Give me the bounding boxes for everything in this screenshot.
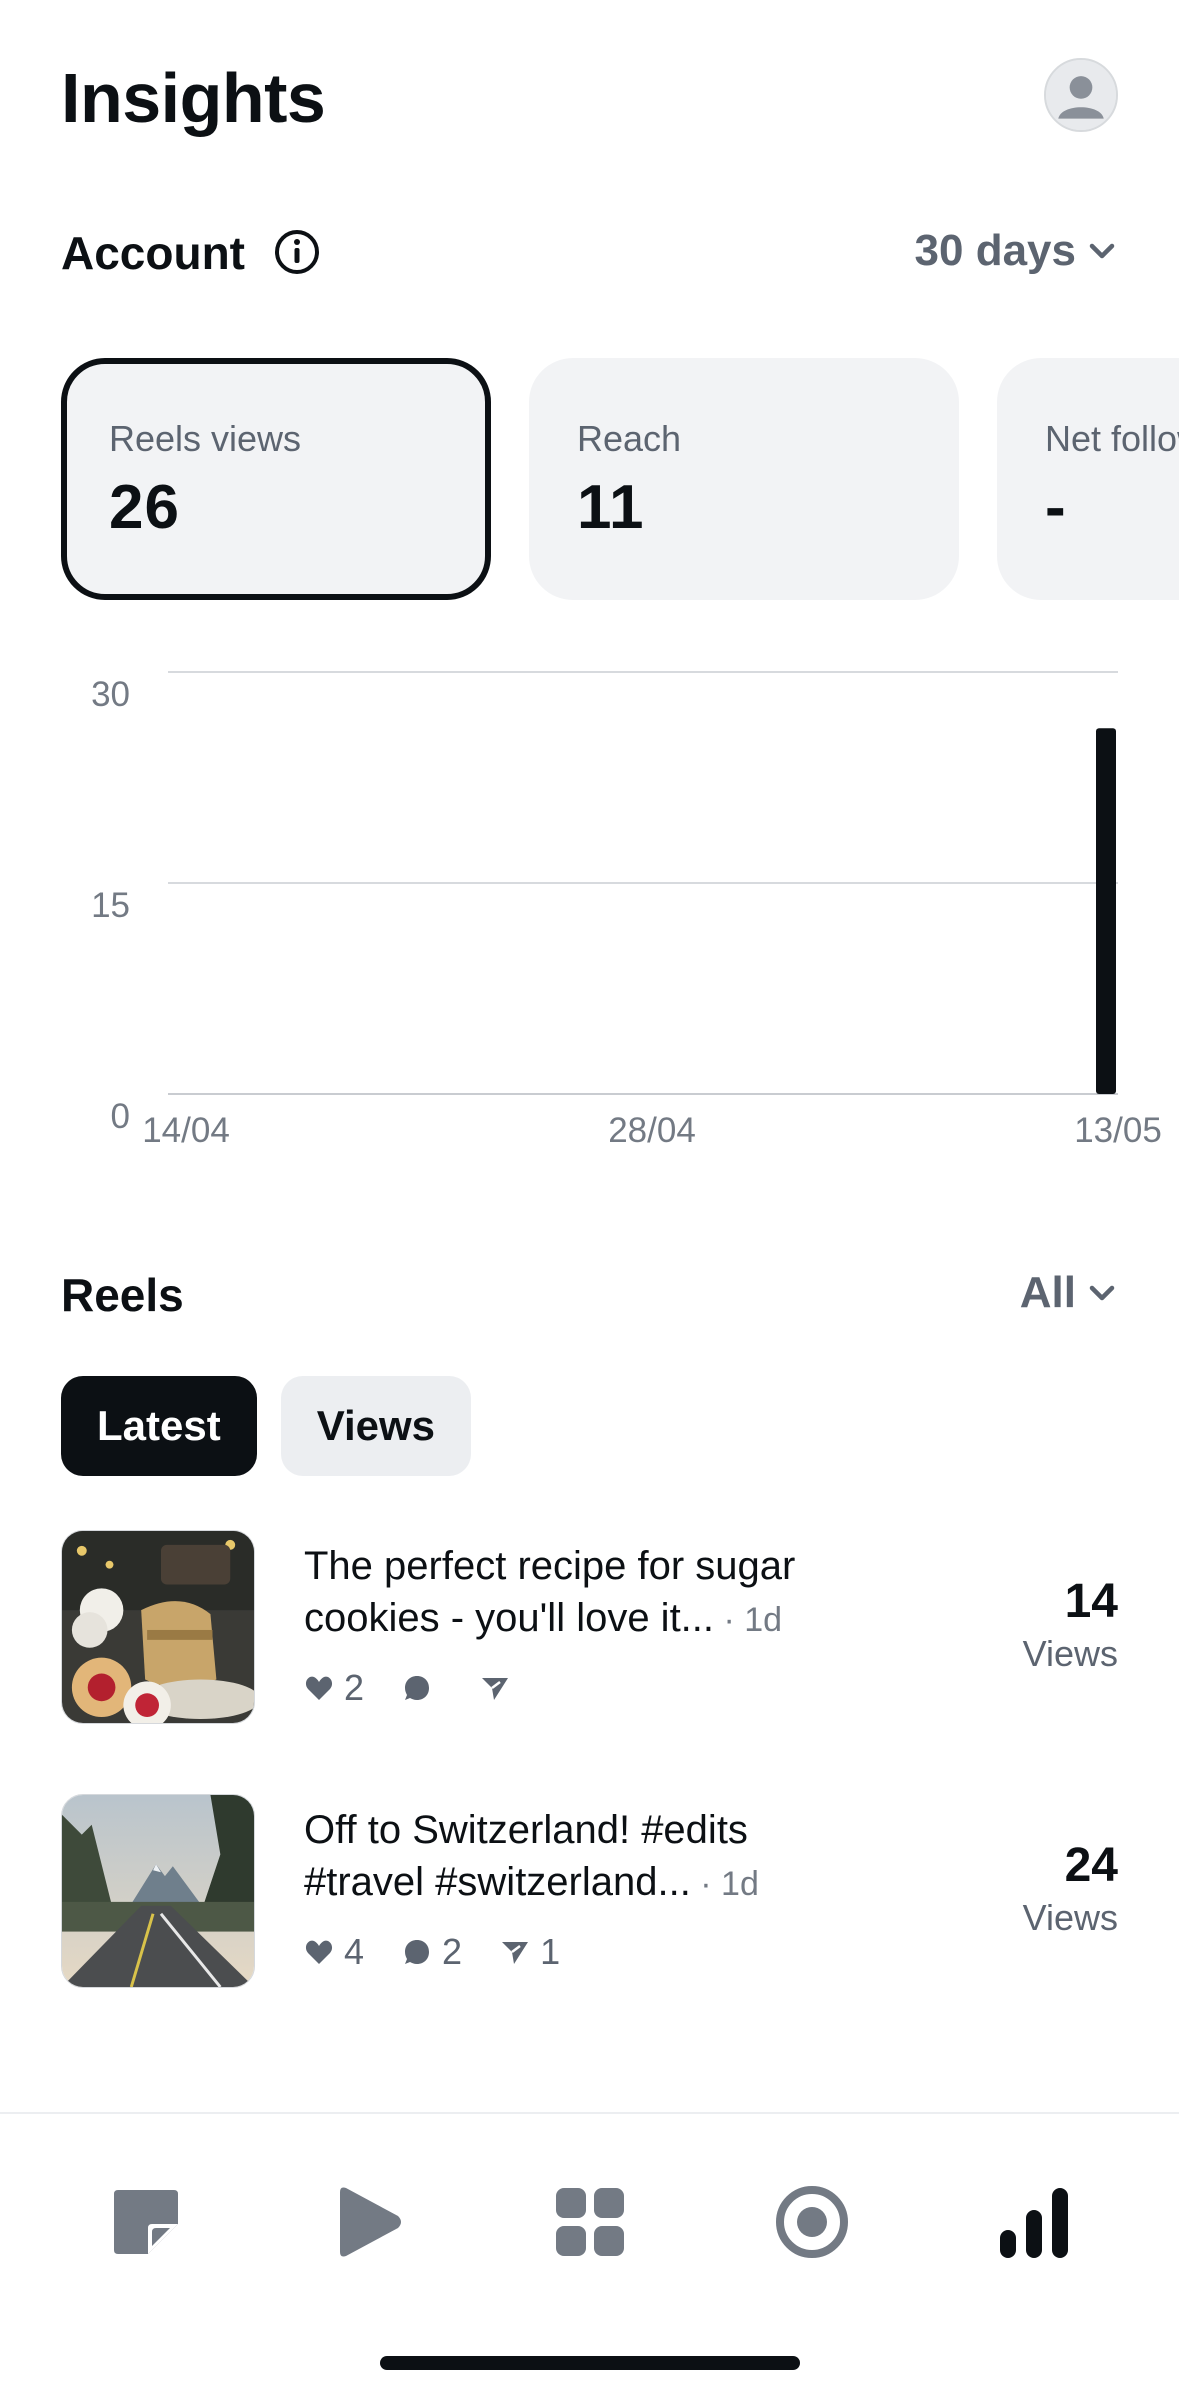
reel-views-label: Views (1022, 1897, 1118, 1938)
y-tick-label: 0 (111, 1097, 130, 1136)
likes-count: 2 (344, 1667, 365, 1708)
reels-icon (340, 2187, 401, 2257)
reels-title: Reels (61, 1269, 184, 1321)
reel-info: Off to Switzerland! #edits #travel #swit… (304, 1804, 904, 1972)
likes-count: 4 (344, 1931, 365, 1972)
profile-avatar-icon (1046, 60, 1116, 130)
shares-count: 1 (540, 1931, 561, 1972)
y-tick-label: 30 (91, 675, 130, 714)
comments-count: 2 (442, 1931, 463, 1972)
reel-stats: 4 2 1 (304, 1931, 904, 1972)
account-section-header: Account 30 days (61, 222, 1118, 282)
reels-views-chart: 30 15 0 14/04 28/04 13/05 (0, 640, 1179, 1160)
chart-svg: 30 15 0 14/04 28/04 13/05 (91, 671, 1162, 1150)
reel-title: The perfect recipe for sugar cookies - y… (304, 1540, 904, 1646)
metric-label: Reach (577, 418, 682, 459)
send-icon (482, 1678, 509, 1700)
date-range-label: 30 days (914, 226, 1076, 275)
tab-posts[interactable] (104, 2180, 188, 2264)
comments-stat: 2 (402, 1931, 463, 1972)
shares-stat (480, 1668, 520, 1708)
reel-title-line1: Off to Switzerland! #edits (304, 1808, 748, 1852)
metric-value: - (1045, 473, 1067, 542)
heart-icon (305, 1676, 333, 1700)
mountain-road-thumbnail-image (62, 1795, 254, 1987)
reel-info: The perfect recipe for sugar cookies - y… (304, 1540, 904, 1708)
header: Insights (61, 58, 1118, 138)
metric-label: Net follows (1045, 418, 1179, 459)
page-title: Insights (61, 59, 326, 137)
chevron-down-icon (1089, 243, 1115, 259)
metric-card-reach[interactable]: Reach 11 (529, 358, 959, 600)
metric-label: Reels views (109, 418, 302, 459)
metric-card-net-follows[interactable]: Net follows - (997, 358, 1179, 600)
reel-views-label: Views (1022, 1633, 1118, 1674)
bottom-tab-bar (0, 2112, 1179, 2396)
tab-record[interactable] (770, 2180, 854, 2264)
heart-icon (305, 1940, 333, 1964)
chart-bar (1096, 728, 1116, 1094)
reel-views-value: 24 (1064, 1839, 1118, 1892)
comments-stat (402, 1668, 442, 1708)
cookies-thumbnail-image (62, 1531, 254, 1723)
reel-stats: 2 (304, 1667, 904, 1708)
reel-title-line1: The perfect recipe for sugar (304, 1544, 796, 1588)
reels-section-header: Reels All (61, 1264, 1118, 1326)
likes-stat: 4 (304, 1931, 365, 1972)
reel-title-line2: cookies - you'll love it... (304, 1596, 715, 1640)
reel-age: · 1d (714, 1601, 783, 1639)
tab-latest[interactable]: Latest (61, 1376, 257, 1476)
metric-cards: Reels views 26 Reach 11 Net follows - (61, 358, 1179, 602)
home-indicator[interactable] (380, 2356, 800, 2370)
reel-list-item[interactable]: The perfect recipe for sugar cookies - y… (61, 1530, 1118, 1726)
reel-thumbnail (61, 1794, 255, 1988)
shares-stat: 1 (500, 1931, 561, 1972)
posts-icon (114, 2190, 178, 2254)
reel-list-item[interactable]: Off to Switzerland! #edits #travel #swit… (61, 1794, 1118, 1990)
tab-apps[interactable] (548, 2180, 632, 2264)
date-range-dropdown[interactable]: 30 days (915, 226, 1118, 276)
reels-filter-dropdown[interactable]: All (1020, 1268, 1118, 1318)
tab-reels[interactable] (326, 2180, 410, 2264)
metric-card-reels-views[interactable]: Reels views 26 (61, 358, 491, 600)
avatar[interactable] (1044, 58, 1118, 132)
x-tick-label: 28/04 (608, 1111, 696, 1150)
info-icon[interactable] (273, 228, 321, 276)
reel-views-metric: 24 Views (1023, 1838, 1118, 1939)
x-tick-label: 13/05 (1074, 1111, 1162, 1150)
chevron-down-icon (1089, 1285, 1115, 1301)
reels-sort-tabs: Latest Views (61, 1376, 472, 1476)
reels-filter-label: All (1019, 1268, 1076, 1317)
x-tick-label: 14/04 (142, 1111, 230, 1150)
tab-views[interactable]: Views (280, 1376, 472, 1476)
send-icon (502, 1942, 529, 1964)
record-icon (776, 2186, 848, 2258)
reel-thumbnail (61, 1530, 255, 1724)
reel-views-metric: 14 Views (1023, 1574, 1118, 1675)
insights-icon (1000, 2188, 1068, 2258)
tab-insights[interactable] (992, 2180, 1076, 2264)
reel-views-value: 14 (1064, 1575, 1118, 1628)
likes-stat: 2 (304, 1667, 365, 1708)
metric-value: 11 (577, 473, 645, 542)
reel-title: Off to Switzerland! #edits #travel #swit… (304, 1804, 904, 1910)
reel-age: · 1d (690, 1865, 759, 1903)
account-title: Account (61, 227, 245, 279)
metric-value: 26 (109, 473, 180, 542)
apps-grid-icon (556, 2188, 624, 2256)
comment-icon (405, 1676, 430, 1700)
y-tick-label: 15 (91, 886, 130, 925)
comment-icon (405, 1940, 430, 1964)
reel-title-line2: #travel #switzerland... (304, 1860, 691, 1904)
